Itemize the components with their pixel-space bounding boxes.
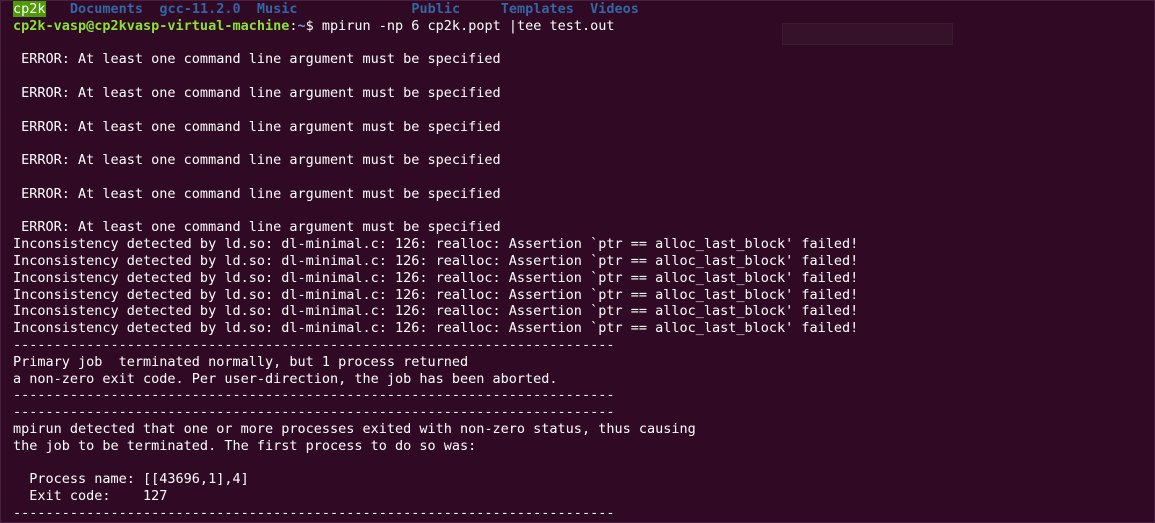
error-line: ERROR: At least one command line argumen… — [13, 84, 501, 101]
inconsistency-line: Inconsistency detected by ld.so: dl-mini… — [13, 236, 859, 253]
error-line: ERROR: At least one command line argumen… — [13, 185, 501, 202]
prompt-line: cp2k-vasp@cp2kvasp-virtual-machine:~$ mp… — [13, 18, 1154, 35]
ls-item-videos[interactable]: Videos — [590, 1, 639, 17]
primary-job-line: Primary job terminated normally, but 1 p… — [13, 353, 469, 370]
error-line: ERROR: At least one command line argumen… — [13, 152, 501, 169]
inconsistency-line: Inconsistency detected by ld.so: dl-mini… — [13, 286, 859, 303]
prompt-symbol: $ — [305, 17, 314, 34]
mpirun-message-line: the job to be terminated. The first proc… — [13, 437, 477, 454]
exit-code-line: Exit code: 127 — [13, 488, 168, 505]
command-text: mpirun -np 6 cp2k.popt |tee test.out — [313, 17, 615, 34]
prompt-path: ~ — [297, 17, 306, 34]
inconsistency-line: Inconsistency detected by ld.so: dl-mini… — [13, 320, 859, 337]
inconsistency-line: Inconsistency detected by ld.so: dl-mini… — [13, 303, 859, 320]
inconsistency-line: Inconsistency detected by ld.so: dl-mini… — [13, 269, 859, 286]
faint-overlay-bar — [782, 23, 953, 45]
prompt-user-host: cp2k-vasp@cp2kvasp-virtual-machine — [13, 17, 290, 34]
terminal-window[interactable]: cp2k Documents gcc-11.2.0 Music Public T… — [0, 0, 1155, 523]
error-line: ERROR: At least one command line argumen… — [13, 118, 501, 135]
ls-item-cp2k[interactable]: cp2k — [13, 1, 46, 17]
ls-item-documents[interactable]: Documents — [70, 1, 143, 17]
mpirun-message-line: mpirun detected that one or more process… — [13, 420, 696, 437]
ls-item-music[interactable]: Music — [257, 1, 298, 17]
ls-item-gcc[interactable]: gcc-11.2.0 — [159, 1, 240, 17]
separator-line: ----------------------------------------… — [13, 336, 615, 353]
ls-output-line: cp2k Documents gcc-11.2.0 Music Public T… — [13, 1, 1154, 18]
error-line: ERROR: At least one command line argumen… — [13, 51, 501, 68]
separator-line: ----------------------------------------… — [13, 504, 615, 521]
separator-line: ----------------------------------------… — [13, 387, 615, 404]
primary-job-line: a non-zero exit code. Per user-direction… — [13, 370, 558, 387]
separator-line: ----------------------------------------… — [13, 404, 615, 421]
ls-item-public[interactable]: Public — [411, 1, 460, 17]
process-name-line: Process name: [[43696,1],4] — [13, 471, 249, 488]
ls-item-templates[interactable]: Templates — [501, 1, 574, 17]
inconsistency-line: Inconsistency detected by ld.so: dl-mini… — [13, 252, 859, 269]
error-line: ERROR: At least one command line argumen… — [13, 219, 501, 236]
